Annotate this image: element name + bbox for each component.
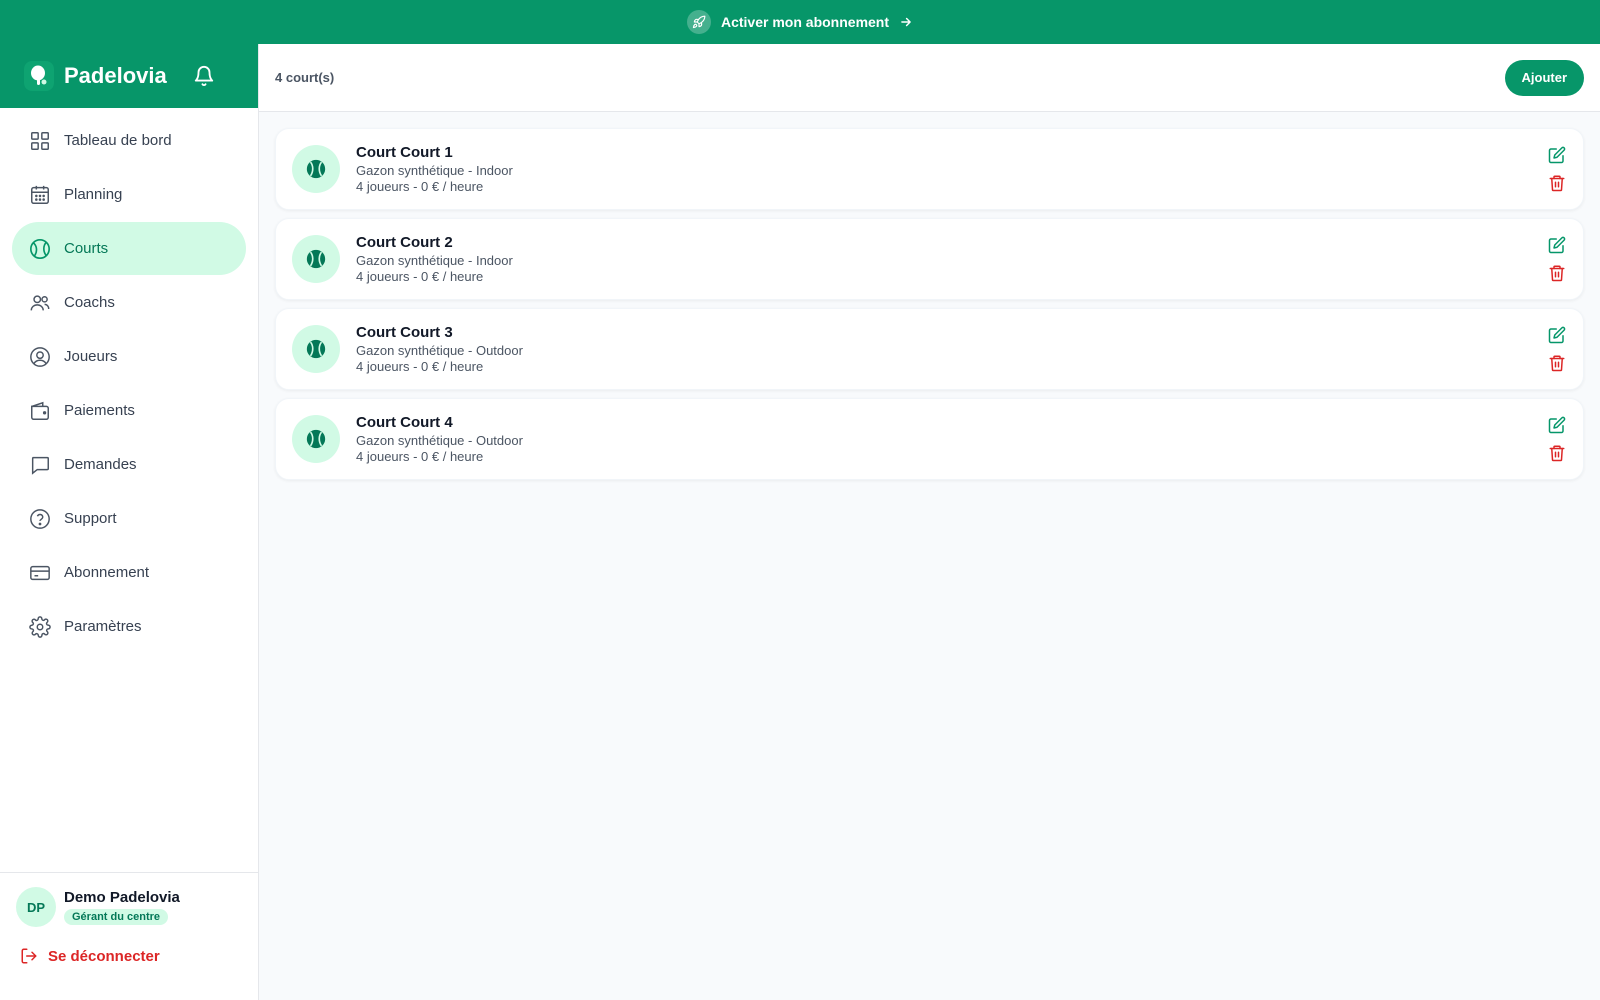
sidebar: Padelovia Tableau de bord Planning Court… <box>0 44 259 1000</box>
arrow-right-icon <box>899 15 913 29</box>
sidebar-item-label: Planning <box>64 186 123 203</box>
calendar-icon <box>28 183 52 207</box>
sidebar-item-planning[interactable]: Planning <box>12 168 246 221</box>
sidebar-item-support[interactable]: Support <box>12 492 246 545</box>
court-ball-icon <box>292 415 340 463</box>
court-card[interactable]: Court Court 4 Gazon synthétique - Outdoo… <box>275 398 1584 480</box>
role-badge: Gérant du centre <box>64 909 169 925</box>
edit-icon[interactable] <box>1547 415 1567 435</box>
add-court-button[interactable]: Ajouter <box>1504 59 1584 96</box>
edit-icon[interactable] <box>1547 325 1567 345</box>
users-icon <box>28 291 52 315</box>
avatar: DP <box>16 887 56 927</box>
logout-button[interactable]: Se déconnecter <box>0 947 258 965</box>
sidebar-item-label: Tableau de bord <box>64 132 172 149</box>
court-card[interactable]: Court Court 2 Gazon synthétique - Indoor… <box>275 218 1584 300</box>
user-panel: DP Demo Padelovia Gérant du centre Se dé… <box>0 872 258 1000</box>
trash-icon[interactable] <box>1547 263 1567 283</box>
courts-list: Court Court 1 Gazon synthétique - Indoor… <box>259 112 1600 504</box>
court-card[interactable]: Court Court 3 Gazon synthétique - Outdoo… <box>275 308 1584 390</box>
rocket-icon <box>686 10 711 34</box>
edit-icon[interactable] <box>1547 145 1567 165</box>
court-surface: Gazon synthétique - Outdoor <box>356 343 523 358</box>
trash-icon[interactable] <box>1547 173 1567 193</box>
court-card[interactable]: Court Court 1 Gazon synthétique - Indoor… <box>275 128 1584 210</box>
sidebar-item-parametres[interactable]: Paramètres <box>12 600 246 653</box>
sidebar-item-coachs[interactable]: Coachs <box>12 276 246 329</box>
user-name: Demo Padelovia <box>64 889 180 906</box>
court-surface: Gazon synthétique - Outdoor <box>356 433 523 448</box>
court-title: Court Court 4 <box>356 414 453 431</box>
court-ball-icon <box>292 145 340 193</box>
court-count: 4 court(s) <box>275 70 335 85</box>
sidebar-item-joueurs[interactable]: Joueurs <box>12 330 246 383</box>
main-content: 4 court(s) Ajouter Court Court 1 Gazon s… <box>259 44 1600 1000</box>
help-circle-icon <box>28 507 52 531</box>
court-ball-icon <box>28 237 52 261</box>
sidebar-item-label: Support <box>64 510 117 527</box>
sidebar-item-abonnement[interactable]: Abonnement <box>12 546 246 599</box>
edit-icon[interactable] <box>1547 235 1567 255</box>
sidebar-item-label: Paiements <box>64 402 135 419</box>
court-surface: Gazon synthétique - Indoor <box>356 253 513 268</box>
page-header: 4 court(s) Ajouter <box>259 44 1600 112</box>
sidebar-item-paiements[interactable]: Paiements <box>12 384 246 437</box>
banner-text: Activer mon abonnement <box>720 14 890 30</box>
sidebar-nav: Tableau de bord Planning Courts Coachs J… <box>0 108 258 660</box>
sidebar-item-label: Courts <box>64 240 109 257</box>
trash-icon[interactable] <box>1547 443 1567 463</box>
subscription-banner[interactable]: Activer mon abonnement <box>0 0 1600 44</box>
court-details: 4 joueurs - 0 € / heure <box>356 269 484 284</box>
brand-name: Padelovia <box>64 63 167 88</box>
sidebar-item-label: Abonnement <box>64 564 150 581</box>
trash-icon[interactable] <box>1547 353 1567 373</box>
credit-card-icon <box>28 561 52 585</box>
logout-icon <box>20 947 38 965</box>
court-surface: Gazon synthétique - Indoor <box>356 163 513 178</box>
logout-label: Se déconnecter <box>48 947 160 965</box>
court-ball-icon <box>292 325 340 373</box>
court-title: Court Court 3 <box>356 324 453 341</box>
court-details: 4 joueurs - 0 € / heure <box>356 359 484 374</box>
sidebar-item-label: Joueurs <box>64 348 118 365</box>
court-ball-icon <box>292 235 340 283</box>
padel-logo-icon <box>24 61 54 91</box>
wallet-icon <box>28 399 52 423</box>
settings-icon <box>28 615 52 639</box>
sidebar-item-label: Demandes <box>64 456 137 473</box>
chat-icon <box>28 453 52 477</box>
sidebar-item-demandes[interactable]: Demandes <box>12 438 246 491</box>
sidebar-item-courts[interactable]: Courts <box>12 222 246 275</box>
court-title: Court Court 1 <box>356 144 453 161</box>
bell-icon[interactable] <box>192 64 216 88</box>
user-circle-icon <box>28 345 52 369</box>
sidebar-item-tableau-de-bord[interactable]: Tableau de bord <box>12 114 246 167</box>
brand-header: Padelovia <box>0 44 258 108</box>
court-details: 4 joueurs - 0 € / heure <box>356 449 484 464</box>
dashboard-grid-icon <box>28 129 52 153</box>
sidebar-item-label: Paramètres <box>64 618 142 635</box>
court-details: 4 joueurs - 0 € / heure <box>356 179 484 194</box>
court-title: Court Court 2 <box>356 234 453 251</box>
sidebar-item-label: Coachs <box>64 294 115 311</box>
